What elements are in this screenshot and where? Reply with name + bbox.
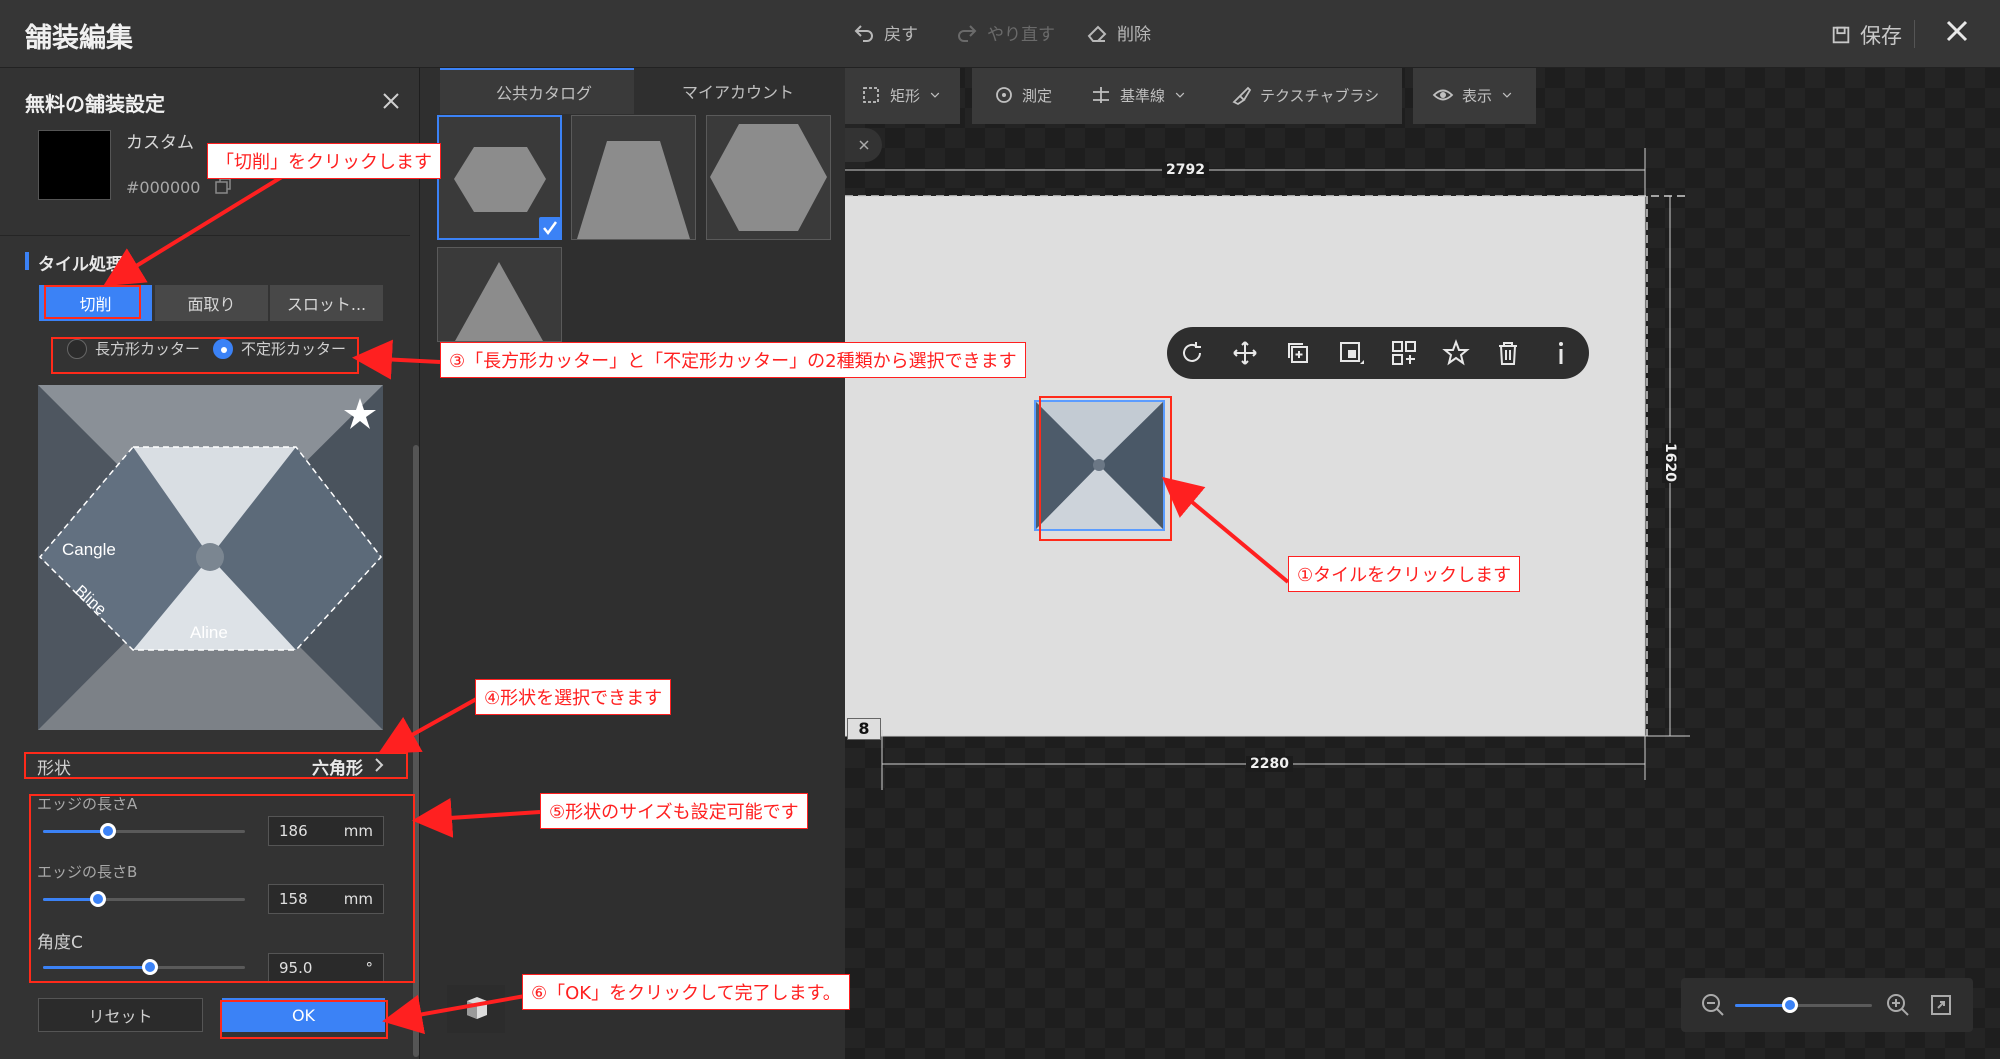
annotation-step1: ①タイルをクリックします: [1288, 556, 1521, 592]
annotation-step3: ③「長方形カッター」と「不定形カッター」の2種類から選択できます: [440, 342, 1026, 378]
annotation-step5: ⑤形状のサイズも設定可能です: [540, 793, 808, 829]
annotation-cut: 「切削」をクリックします: [207, 143, 441, 179]
annotation-step4: ④形状を選択できます: [475, 679, 672, 715]
annotation-step6: ⑥「OK」をクリックして完了します。: [522, 974, 850, 1010]
